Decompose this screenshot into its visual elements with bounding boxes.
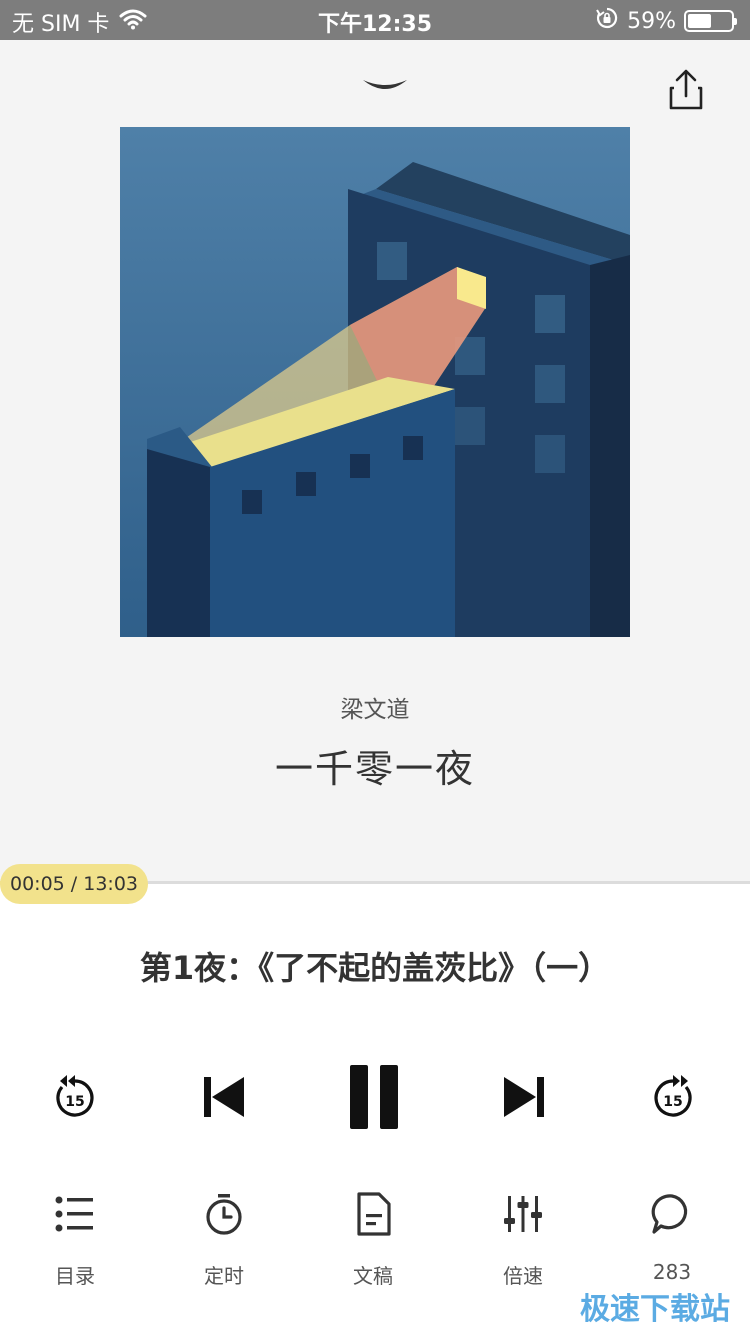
author-name: 梁文道 (340, 697, 410, 723)
toolbar-label: 目录 (55, 1264, 95, 1288)
watermark-text: 极速下载站 (580, 1292, 730, 1327)
toolbar-label: 定时 (204, 1264, 244, 1288)
share-icon[interactable] (665, 68, 707, 112)
toolbar-label: 倍速 (503, 1264, 543, 1288)
toolbar-speed-button[interactable]: 倍速 (468, 1190, 578, 1289)
toolbar-catalog-button[interactable]: 目录 (20, 1190, 130, 1289)
list-icon (51, 1190, 99, 1238)
album-cover (120, 127, 630, 637)
battery-icon (684, 10, 737, 32)
orientation-lock-icon (595, 6, 619, 36)
pause-icon[interactable] (349, 1064, 401, 1130)
rewind-15-icon[interactable]: 15 (52, 1073, 98, 1121)
previous-track-icon[interactable] (200, 1075, 248, 1119)
toolbar-transcript-button[interactable]: 文稿 (318, 1190, 428, 1289)
comment-count: 283 (652, 1260, 692, 1284)
toolbar-label: 文稿 (353, 1264, 393, 1288)
comment-icon (648, 1190, 696, 1238)
document-icon (349, 1190, 397, 1238)
forward-seconds-label: 15 (663, 1094, 682, 1110)
battery-percent: 59% (627, 8, 676, 34)
collapse-chevron-icon[interactable] (355, 72, 415, 102)
next-track-icon[interactable] (500, 1075, 548, 1119)
playback-time-thumb[interactable]: 00:05 / 13:03 (0, 864, 148, 904)
chapter-title: 第1夜：《了不起的盖茨比》（一） (139, 949, 611, 987)
timer-icon (200, 1190, 248, 1238)
status-bar: 无 SIM 卡 下午12:35 59% (0, 0, 750, 40)
rewind-seconds-label: 15 (65, 1094, 84, 1110)
toolbar-comments-button[interactable]: 283 (617, 1190, 727, 1284)
speed-sliders-icon (499, 1190, 547, 1238)
forward-15-icon[interactable]: 15 (650, 1073, 696, 1121)
toolbar-timer-button[interactable]: 定时 (169, 1190, 279, 1289)
book-title: 一千零一夜 (274, 747, 475, 791)
